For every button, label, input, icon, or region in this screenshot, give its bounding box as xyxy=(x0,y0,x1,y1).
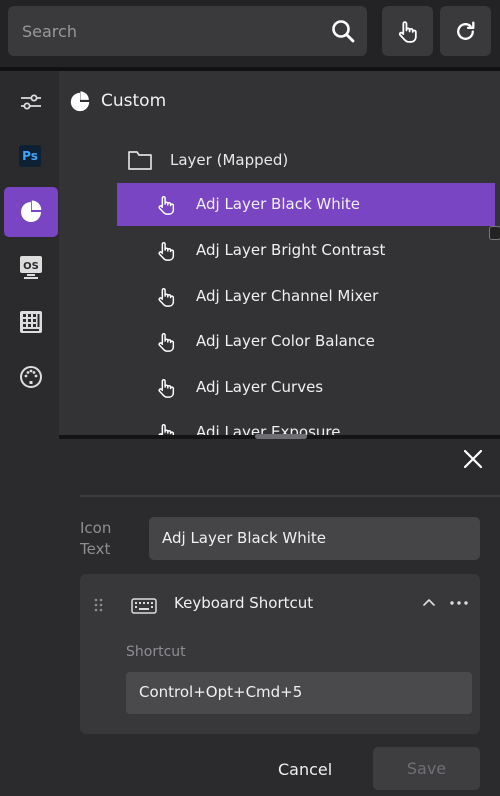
custom-pie-icon xyxy=(21,200,42,222)
hand-pointer-icon xyxy=(158,288,175,307)
shortcut-label: Shortcut xyxy=(126,644,186,660)
rail-item-custom[interactable] xyxy=(4,187,58,237)
list-item-label: Adj Layer Bright Contrast xyxy=(196,241,386,259)
refresh-button[interactable] xyxy=(440,6,491,56)
refresh-icon xyxy=(457,21,475,40)
icon-text-value: Adj Layer Black White xyxy=(162,529,327,547)
list-item[interactable]: Adj Layer Channel Mixer xyxy=(117,275,495,318)
hand-pointer-icon xyxy=(158,196,175,215)
list-item[interactable]: Adj Layer Exposure xyxy=(117,411,495,436)
midi-icon xyxy=(20,366,42,388)
list-item-label: Adj Layer Curves xyxy=(196,378,324,396)
chevron-up-icon[interactable] xyxy=(423,598,435,606)
rail-item-photoshop[interactable]: Ps xyxy=(4,132,58,182)
top-bar: Search xyxy=(0,0,500,71)
save-button[interactable]: Save xyxy=(373,747,480,790)
rail-item-settings[interactable] xyxy=(4,77,58,127)
svg-text:OS: OS xyxy=(23,261,39,272)
list-item[interactable]: Adj Layer Bright Contrast xyxy=(117,229,495,272)
panel-divider xyxy=(80,495,500,497)
close-icon[interactable] xyxy=(462,448,484,470)
keyboard-icon xyxy=(131,598,157,614)
sliders-icon xyxy=(21,94,41,110)
icon-text-field[interactable]: Adj Layer Black White xyxy=(149,517,480,560)
shortcut-field[interactable]: Control+Opt+Cmd+5 xyxy=(126,672,472,714)
os-icon: OS xyxy=(20,256,42,279)
rail-item-keypad[interactable] xyxy=(4,297,58,347)
icon-text-label: Icon Text xyxy=(80,518,111,560)
folder-icon xyxy=(128,151,152,170)
search-input[interactable]: Search xyxy=(8,6,367,56)
keypad-icon xyxy=(20,311,42,333)
hand-pointer-icon xyxy=(158,424,175,436)
rail-item-os[interactable]: OS xyxy=(4,242,58,292)
search-icon[interactable] xyxy=(331,19,355,43)
action-title: Keyboard Shortcut xyxy=(174,594,314,612)
photoshop-icon: Ps xyxy=(19,145,41,167)
touch-mode-button[interactable] xyxy=(382,6,433,56)
action-card: Keyboard Shortcut Shortcut Control+Opt+C… xyxy=(80,574,480,734)
left-rail: Ps OS xyxy=(0,71,59,796)
icon-text-label-line2: Text xyxy=(80,540,111,558)
search-placeholder: Search xyxy=(22,22,77,41)
shortcut-value: Control+Opt+Cmd+5 xyxy=(139,683,303,701)
cancel-button[interactable]: Cancel xyxy=(278,760,332,779)
drag-handle-icon[interactable] xyxy=(94,598,104,612)
custom-pie-icon xyxy=(70,91,90,112)
list-item-label: Adj Layer Black White xyxy=(196,195,361,213)
scrollbar-thumb[interactable] xyxy=(489,226,500,240)
list-item[interactable]: Adj Layer Curves xyxy=(117,366,495,409)
folder-label: Layer (Mapped) xyxy=(170,151,289,169)
list-header-label: Custom xyxy=(101,91,167,111)
more-options-icon[interactable] xyxy=(450,601,468,605)
hand-pointer-icon xyxy=(158,333,175,352)
hand-pointer-icon xyxy=(158,242,175,261)
list-item-label: Adj Layer Color Balance xyxy=(196,332,375,350)
rail-item-midi[interactable] xyxy=(4,352,58,402)
edit-panel: Icon Text Adj Layer Black White Keyboard… xyxy=(59,439,500,796)
hand-pointer-icon xyxy=(158,379,175,398)
hand-pointer-icon xyxy=(398,21,417,43)
icon-text-label-line1: Icon xyxy=(80,519,112,537)
list-item[interactable]: Adj Layer Black White xyxy=(117,183,495,226)
action-list-pane: Custom Layer (Mapped) Adj Layer Black Wh… xyxy=(59,71,500,436)
list-item-label: Adj Layer Channel Mixer xyxy=(196,287,379,305)
list-item[interactable]: Adj Layer Color Balance xyxy=(117,320,495,363)
